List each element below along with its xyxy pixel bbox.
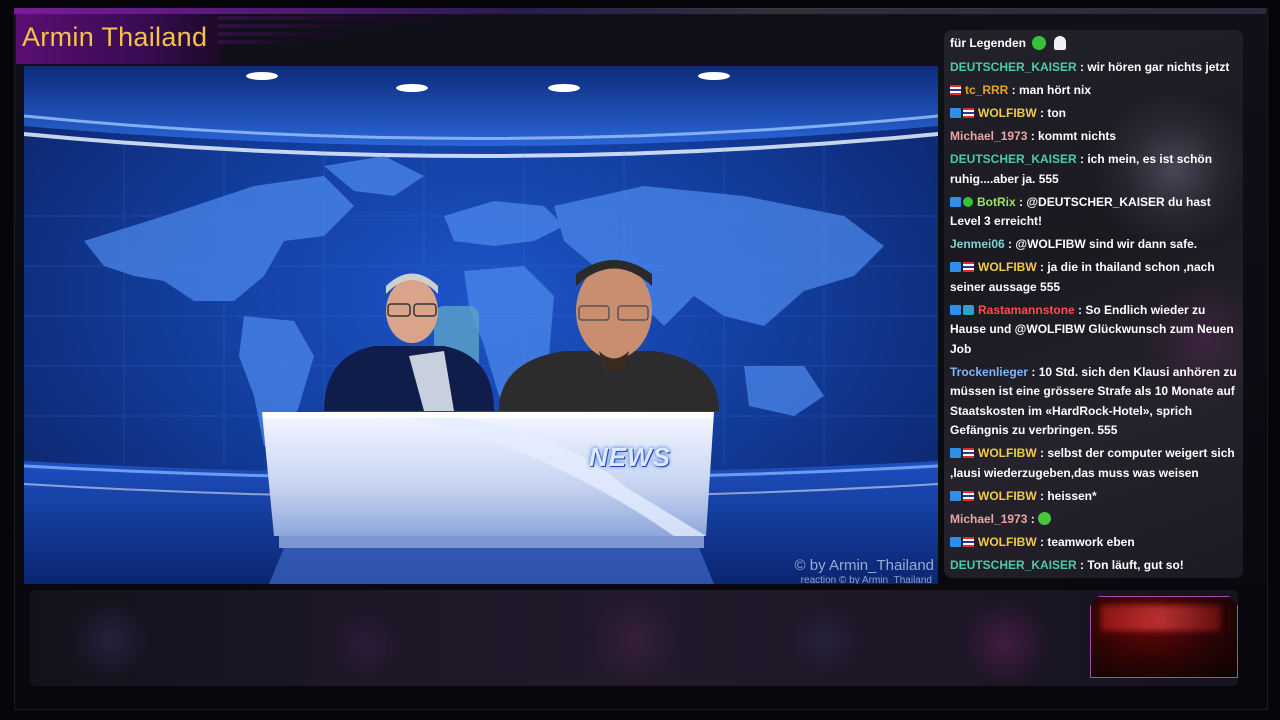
chat-message: DEUTSCHER_KAISER : ich mein, es ist schö…	[950, 150, 1240, 189]
chat-message: DEUTSCHER_KAISER : wir hören gar nichts …	[950, 58, 1240, 78]
chat-username[interactable]: tc_RRR	[965, 83, 1008, 97]
video-watermark: © by Armin_Thailand	[794, 557, 934, 574]
prime-badge-icon	[950, 448, 961, 458]
stream-video[interactable]: NEWS © by Armin_Thailand reaction © by A…	[24, 66, 938, 584]
prime-badge-icon	[950, 536, 961, 547]
chat-message: WOLFIBW : heissen*	[950, 487, 1240, 507]
chat-username[interactable]: WOLFIBW	[978, 535, 1037, 549]
chat-header-text: für Legenden	[950, 36, 1027, 50]
chat-text: : Ton läuft, gut so!	[1076, 557, 1184, 572]
chat-username[interactable]: WOLFIBW	[978, 260, 1037, 274]
white-emote-icon	[1054, 36, 1067, 50]
bottom-banner	[30, 590, 1238, 688]
flag-badge-icon	[963, 536, 974, 547]
chat-message: WOLFIBW : ton	[950, 104, 1240, 124]
mini-camera-preview	[1090, 596, 1238, 678]
chat-message: tc_RRR : man hört nix	[950, 81, 1240, 101]
flag-badge-icon	[963, 448, 974, 458]
flag-badge-icon	[963, 108, 974, 118]
chat-username[interactable]: WOLFIBW	[978, 446, 1037, 460]
prime-badge-icon	[950, 262, 961, 272]
chat-username[interactable]: WOLFIBW	[978, 489, 1037, 503]
chat-message: WOLFIBW : selbst der computer weigert si…	[950, 444, 1240, 483]
brand-stripes	[218, 16, 458, 60]
chat-text: : ton	[1036, 106, 1066, 120]
chat-text: :	[1027, 511, 1039, 526]
chat-message: Michael_1973 :	[950, 510, 1240, 530]
chat-username[interactable]: DEUTSCHER_KAISER	[950, 60, 1077, 74]
news-studio-scene	[24, 66, 938, 584]
chat-message: Trockenlieger : 10 Std. sich den Klausi …	[950, 363, 1240, 441]
video-watermark-small: reaction © by Armin_Thailand	[800, 575, 932, 584]
chat-text: : kommt nichts	[1027, 129, 1117, 143]
chat-message: BotRix : @DEUTSCHER_KAISER du hast Level…	[950, 193, 1240, 232]
chat-text: : @WOLFIBW sind wir dann safe.	[1004, 237, 1198, 251]
verified-badge-icon	[963, 196, 973, 207]
desk-news-label: NEWS	[589, 442, 671, 472]
chat-message: WOLFIBW : ja die in thailand schon ,nach…	[950, 258, 1240, 297]
chat-username[interactable]: DEUTSCHER_KAISER	[950, 558, 1077, 572]
green-emote-icon	[1032, 36, 1047, 50]
chat-username[interactable]: Michael_1973	[950, 129, 1027, 143]
chat-username[interactable]: Michael_1973	[950, 512, 1027, 526]
chat-username[interactable]: Trockenlieger	[950, 365, 1028, 379]
chat-username[interactable]: BotRix	[977, 195, 1016, 209]
chat-panel: für Legenden DEUTSCHER_KAISER : wir höre…	[944, 30, 1243, 578]
prime-badge-icon	[950, 490, 961, 501]
news-desk	[262, 412, 714, 584]
chat-message-list: DEUTSCHER_KAISER : wir hören gar nichts …	[950, 58, 1240, 578]
chat-text: : man hört nix	[1008, 83, 1092, 97]
game-badge-icon	[963, 304, 974, 315]
flag-badge-icon	[963, 262, 974, 272]
chat-message: Michael_1973 : kommt nichts	[950, 127, 1240, 147]
prime-badge-icon	[950, 108, 961, 118]
prime-badge-icon	[950, 304, 961, 315]
chat-username[interactable]: WOLFIBW	[978, 106, 1037, 120]
prime-badge-icon	[950, 196, 961, 207]
chat-username[interactable]: DEUTSCHER_KAISER	[950, 152, 1077, 166]
chat-message: Jenmei06 : @WOLFIBW sind wir dann safe.	[950, 235, 1240, 255]
chat-header: für Legenden	[950, 36, 1067, 50]
chat-message: DEUTSCHER_KAISER : Ton läuft, gut so!	[950, 556, 1240, 576]
chat-message: WOLFIBW : teamwork eben	[950, 533, 1240, 553]
chat-username[interactable]: Jenmei06	[950, 237, 1005, 251]
flag-badge-icon	[950, 85, 961, 95]
chat-text: : wir hören gar nichts jetzt	[1076, 60, 1230, 74]
chat-text: : teamwork eben	[1036, 534, 1135, 549]
flag-badge-icon	[963, 490, 974, 501]
chat-message: Rastamannstone : So Endlich wieder zu Ha…	[950, 301, 1240, 360]
channel-title: Armin Thailand	[22, 22, 208, 52]
chat-text: : heissen*	[1036, 488, 1097, 503]
emote-icon	[1038, 511, 1052, 525]
chat-username[interactable]: Rastamannstone	[978, 303, 1075, 317]
